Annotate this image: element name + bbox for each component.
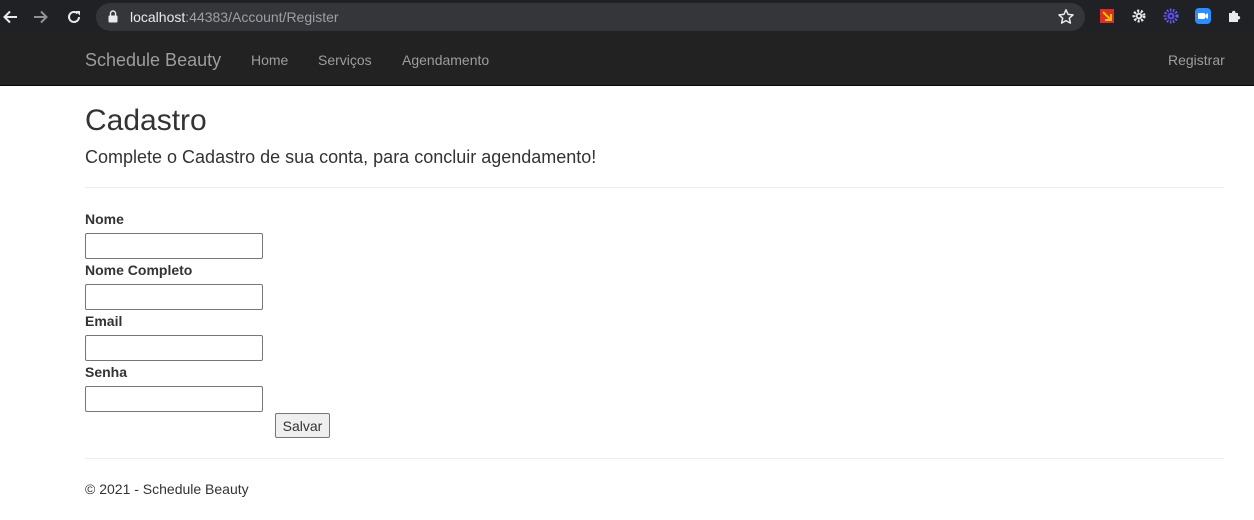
nav-home-link[interactable]: Home: [251, 52, 288, 68]
reload-button[interactable]: [64, 7, 84, 27]
blue-gear-icon: [1163, 8, 1179, 24]
brand-link[interactable]: Schedule Beauty: [85, 50, 221, 70]
extension-blue-gear-icon[interactable]: [1162, 7, 1180, 25]
nav-agendamento-link[interactable]: Agendamento: [402, 52, 489, 68]
save-button[interactable]: Salvar: [275, 413, 330, 438]
forward-button[interactable]: [31, 7, 51, 27]
back-arrow-icon: [3, 10, 17, 24]
gear-icon: [1132, 9, 1146, 23]
page-subtitle: Complete o Cadastro de sua conta, para c…: [85, 147, 597, 167]
nome-label: Nome: [85, 211, 124, 227]
extension-red-icon[interactable]: [1098, 7, 1116, 25]
bookmark-star-icon[interactable]: [1057, 8, 1075, 26]
red-extension-icon: [1100, 9, 1114, 23]
divider: [85, 187, 1224, 188]
senha-label: Senha: [85, 364, 128, 380]
nome-completo-label: Nome Completo: [85, 262, 193, 278]
address-bar[interactable]: localhost:44383/Account/Register: [96, 3, 1085, 31]
reload-icon: [68, 10, 80, 23]
email-label: Email: [85, 313, 123, 329]
back-button[interactable]: [0, 7, 20, 27]
video-camera-icon: [1195, 8, 1211, 24]
browser-toolbar: localhost:44383/Account/Register: [0, 0, 1254, 34]
footer-copyright: © 2021 - Schedule Beauty: [85, 481, 249, 497]
lock-icon: [108, 10, 118, 23]
site-navbar: Schedule Beauty Home Serviços Agendament…: [0, 34, 1254, 86]
url-host: localhost: [130, 9, 186, 25]
extensions-button[interactable]: [1226, 7, 1244, 25]
url-path: :44383/Account/Register: [185, 9, 339, 25]
nome-input[interactable]: [85, 233, 263, 259]
url-text: localhost:44383/Account/Register: [130, 9, 339, 25]
nome-completo-input[interactable]: [85, 284, 263, 310]
footer-divider: [85, 458, 1224, 459]
register-link[interactable]: Registrar: [1168, 52, 1225, 68]
page-title: Cadastro: [85, 104, 207, 137]
extension-gear-icon[interactable]: [1130, 7, 1148, 25]
nav-servicos-link[interactable]: Serviços: [318, 52, 372, 68]
puzzle-icon: [1229, 10, 1241, 22]
email-input[interactable]: [85, 335, 263, 361]
forward-arrow-icon: [34, 10, 48, 24]
senha-input[interactable]: [85, 386, 263, 412]
extension-zoom-icon[interactable]: [1194, 7, 1212, 25]
